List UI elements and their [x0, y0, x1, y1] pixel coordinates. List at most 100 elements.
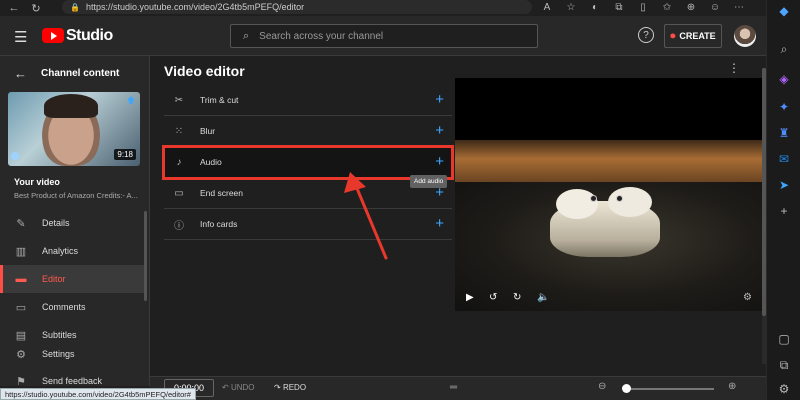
sidebar-item-label: Subtitles	[42, 330, 77, 340]
info-icon: ⓘ	[174, 220, 184, 232]
browser-actions: A ☆ ◐ ⧉ ▯ ✩ ⊕ ☺ ⋯	[540, 0, 746, 14]
tools-icon[interactable]: ✦	[775, 98, 793, 116]
end-screen-icon: ▭	[174, 187, 184, 199]
sidebar-item-settings[interactable]: ⚙ Settings	[0, 341, 149, 367]
thumbnail-status-icon	[11, 152, 19, 160]
redo-button[interactable]: ↷ REDO	[274, 383, 306, 392]
tool-label: Info cards	[200, 219, 238, 229]
play-icon[interactable]: ▶	[466, 292, 474, 303]
video-camera-icon: ⏺	[670, 30, 676, 42]
video-thumbnail[interactable]: 9:18	[8, 92, 140, 166]
help-icon[interactable]: ?	[638, 27, 654, 43]
tool-info-cards[interactable]: ⓘ Info cards +	[164, 209, 452, 240]
pencil-icon: ✎	[16, 217, 26, 230]
studio-logo-text[interactable]: Studio	[66, 27, 113, 45]
channel-content-label: Channel content	[41, 68, 120, 79]
avatar[interactable]	[734, 25, 756, 47]
page-title: Video editor	[164, 63, 245, 79]
blur-icon: ⁙	[174, 125, 184, 137]
add-icon[interactable]: +	[775, 202, 793, 220]
forward-10-icon[interactable]: ↻	[513, 292, 521, 303]
zoom-out-icon[interactable]: ⊖	[598, 381, 606, 392]
refresh-icon[interactable]: ↻	[28, 1, 44, 15]
volume-icon[interactable]: 🔈	[537, 292, 549, 303]
puzzle-icon[interactable]: ⧉	[612, 2, 626, 13]
tool-audio[interactable]: ♪ Audio +	[162, 145, 454, 180]
zoom-slider[interactable]	[624, 388, 714, 390]
tool-label: Blur	[200, 126, 216, 136]
tool-end-screen[interactable]: ▭ End screen +	[164, 178, 452, 209]
more-options-icon[interactable]: ⋮	[728, 61, 740, 75]
shopping-icon[interactable]: ◈	[775, 70, 793, 88]
more-icon[interactable]: ⋯	[732, 2, 746, 13]
video-preview[interactable]: ▶ ↺ ↻ 🔈	[455, 78, 762, 311]
tool-trim-cut[interactable]: ✂ Trim & cut +	[164, 85, 452, 116]
sidebar-item-comments[interactable]: ▭ Comments	[0, 293, 146, 321]
favorite-icon[interactable]: ☆	[564, 2, 578, 13]
zoom-slider-thumb[interactable]	[622, 384, 631, 393]
undo-button[interactable]: ↶ UNDO	[222, 383, 255, 392]
tool-label: Trim & cut	[200, 95, 239, 105]
feedback-icon: ⚑	[16, 375, 26, 387]
back-arrow-icon[interactable]: ←	[6, 1, 22, 15]
add-audio-tooltip: Add audio	[410, 175, 448, 188]
music-note-icon: ♪	[176, 156, 182, 168]
create-label: CREATE	[679, 31, 716, 41]
search-icon: ⌕	[243, 29, 250, 42]
channel-content-link[interactable]: ← Channel content	[14, 66, 119, 81]
timeline-toolbar: 0:00:00 ↶ UNDO ↷ REDO ═ ⊖ ⊕	[150, 376, 766, 400]
video-duration: 9:18	[114, 149, 136, 160]
product-earbud-left	[556, 189, 598, 219]
favorites-icon[interactable]: ✩	[660, 2, 674, 13]
subtitles-icon: ▤	[15, 329, 27, 342]
search-input[interactable]	[259, 30, 510, 42]
sidebar-item-analytics[interactable]: ▥ Analytics	[0, 237, 146, 265]
sidebar-item-details[interactable]: ✎ Details	[0, 209, 146, 237]
resize-handle-icon[interactable]: ═	[450, 382, 457, 393]
add-audio-button[interactable]: +	[435, 154, 444, 169]
clapper-icon: ▬	[15, 273, 27, 285]
add-info-card-button[interactable]: +	[435, 216, 444, 231]
address-url: https://studio.youtube.com/video/2G4tb5m…	[85, 2, 305, 12]
channel-search[interactable]: ⌕	[230, 24, 538, 48]
address-bar[interactable]: 🔒 https://studio.youtube.com/video/2G4tb…	[62, 0, 532, 14]
tool-blur[interactable]: ⁙ Blur +	[164, 116, 452, 147]
menu-icon[interactable]: ☰	[14, 28, 27, 46]
player-settings-icon[interactable]: ⚙	[743, 292, 752, 303]
read-aloud-icon[interactable]: A	[540, 2, 554, 13]
add-trim-button[interactable]: +	[435, 92, 444, 107]
undo-label: UNDO	[230, 383, 255, 392]
preview-product-image	[550, 183, 660, 265]
sidebar-item-label: Comments	[42, 302, 86, 312]
edge-sidebar: ◆ ⌕ ◈ ✦ ♜ ✉ ➤ + ▢ ⧉ ⚙	[766, 0, 800, 400]
create-button[interactable]: ⏺ CREATE	[664, 24, 722, 48]
youtube-logo-icon[interactable]	[42, 28, 64, 43]
collections-icon[interactable]: ⊕	[684, 2, 698, 13]
sidebar-layout-icon[interactable]: ▢	[775, 330, 793, 348]
search-icon[interactable]: ⌕	[775, 40, 793, 58]
add-blur-button[interactable]: +	[435, 123, 444, 138]
games-icon[interactable]: ♜	[775, 124, 793, 142]
copilot-icon[interactable]: ◆	[775, 2, 793, 20]
studio-header: ☰ Studio ⌕ ? ⏺ CREATE	[0, 16, 766, 56]
profile-icon[interactable]: ☺	[708, 2, 722, 13]
scissors-icon: ✂	[174, 94, 184, 106]
drop-icon[interactable]: ➤	[775, 176, 793, 194]
thumbnail-badge-icon	[128, 96, 134, 104]
gear-icon: ⚙	[16, 348, 26, 361]
sidebar-item-editor[interactable]: ▬ Editor	[0, 265, 146, 293]
status-bar-url: https://studio.youtube.com/video/2G4tb5m…	[0, 388, 196, 400]
extension-icon[interactable]: ◐	[588, 2, 602, 13]
zoom-in-icon[interactable]: ⊕	[728, 381, 736, 392]
rewind-10-icon[interactable]: ↺	[489, 292, 497, 303]
sidebar-item-send-feedback[interactable]: ⚑ Send feedback	[0, 368, 149, 387]
main-scrollbar[interactable]	[762, 68, 766, 364]
video-title: Best Product of Amazon Credits:- A...	[14, 191, 138, 200]
product-eye-left	[590, 195, 597, 202]
open-window-icon[interactable]: ⧉	[775, 356, 793, 374]
outlook-icon[interactable]: ✉	[775, 150, 793, 168]
split-screen-icon[interactable]: ▯	[636, 2, 650, 13]
sidebar-settings-icon[interactable]: ⚙	[775, 380, 793, 398]
preview-background	[455, 140, 762, 182]
sidebar-scrollbar[interactable]	[144, 211, 147, 301]
